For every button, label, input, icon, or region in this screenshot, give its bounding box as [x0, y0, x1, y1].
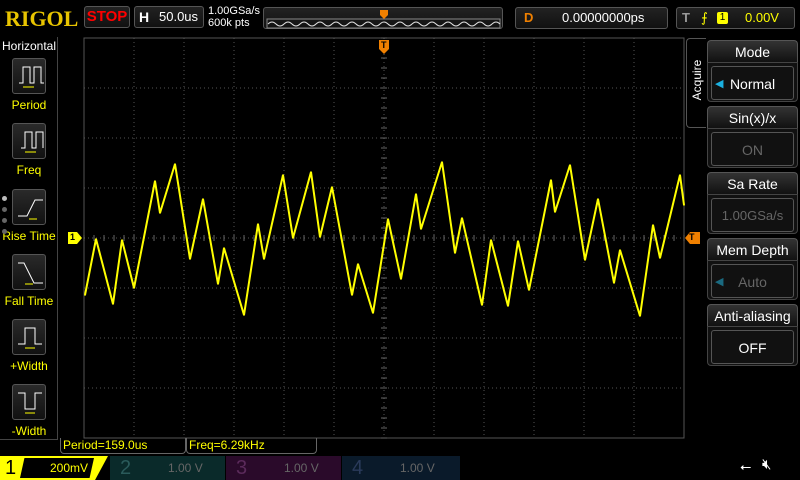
mode-menu-button[interactable]: ◀ Normal — [707, 62, 798, 102]
waveform-point — [528, 289, 530, 291]
mem-depth-value: Auto — [738, 274, 767, 290]
acquire-menu-tab[interactable]: Acquire — [686, 38, 706, 128]
waveform-point — [517, 240, 519, 242]
ch1-marker-label: 1 — [70, 232, 76, 242]
waveform-point — [415, 193, 417, 195]
sa-rate-value: 1.00GSa/s — [721, 208, 784, 223]
waveform-point — [400, 278, 402, 280]
ch2-tab[interactable]: 2 1.00 V — [110, 456, 225, 480]
waveform-point — [217, 283, 219, 285]
waveform-point — [652, 224, 654, 226]
ch2-scale: 1.00 V — [168, 461, 203, 475]
sinx-menu-title: Sin(x)/x — [707, 106, 798, 128]
ch4-number: 4 — [352, 457, 364, 479]
waveform-point — [619, 249, 621, 251]
ch3-number: 3 — [236, 457, 248, 479]
select-arrow-icon: ◀ — [715, 78, 724, 90]
sa-rate-menu-button[interactable]: 1.00GSa/s — [707, 194, 798, 234]
waveform-point — [420, 228, 422, 230]
waveform-point — [121, 239, 123, 241]
waveform-point — [310, 171, 312, 173]
waveform-point — [84, 294, 86, 296]
ch1-scale: 200mV — [20, 458, 94, 478]
ch2-number: 2 — [120, 457, 132, 479]
waveform-point — [319, 236, 321, 238]
waveform-point — [174, 163, 176, 165]
waveform-point — [263, 258, 265, 260]
waveform-point — [351, 294, 353, 296]
sinx-value: ON — [742, 142, 763, 158]
ch3-tab[interactable]: 3 1.00 V — [226, 456, 341, 480]
waveform-point — [159, 212, 161, 214]
waveform-point — [554, 211, 556, 213]
waveform-point — [507, 305, 509, 307]
waveform-point — [441, 161, 443, 163]
waveform-point — [189, 258, 191, 260]
waveform-point — [481, 304, 483, 306]
waveform-point — [95, 238, 97, 240]
period-measurement: Period=159.0us — [60, 438, 186, 454]
mode-menu-title: Mode — [707, 40, 798, 62]
ch1-number: 1 — [5, 457, 17, 479]
waveform-point — [387, 218, 389, 220]
waveform-point — [357, 263, 359, 265]
waveform-point — [133, 287, 135, 289]
waveform-point — [112, 303, 114, 305]
waveform-point — [461, 217, 463, 219]
mem-depth-menu-title: Mem Depth — [707, 238, 798, 260]
trigger-level-marker-label: T — [689, 232, 695, 242]
freq-measurement: Freq=6.29kHz — [186, 438, 317, 454]
waveform-point — [679, 174, 681, 176]
trigger-position-marker-label: T — [381, 40, 387, 50]
waveform-point — [639, 315, 641, 317]
waveform-point — [223, 247, 225, 249]
waveform-point — [154, 180, 156, 182]
anti-aliasing-value: OFF — [738, 340, 767, 356]
ch1-tab[interactable]: 1 200mV — [0, 456, 108, 480]
waveform-point — [584, 259, 586, 261]
waveform-point — [292, 237, 294, 239]
waveform-point — [331, 186, 333, 188]
ch4-scale: 1.00 V — [400, 461, 435, 475]
acquire-tab-label: Acquire — [690, 59, 704, 101]
select-arrow-icon: ◀ — [715, 276, 724, 288]
ch3-scale: 1.00 V — [284, 461, 319, 475]
anti-aliasing-menu-button[interactable]: OFF — [707, 326, 798, 366]
anti-aliasing-menu-title: Anti-aliasing — [707, 304, 798, 326]
speaker-muted-icon[interactable]: 🔇︎ — [762, 456, 771, 473]
waveform-point — [659, 257, 661, 259]
waveform-point — [372, 312, 374, 314]
waveform-point — [490, 239, 492, 241]
sa-rate-menu-title: Sa Rate — [707, 172, 798, 194]
usb-icon: ⭠ — [740, 458, 752, 474]
waveform-point — [569, 164, 571, 166]
waveform-point — [550, 179, 552, 181]
waveform-point — [257, 223, 259, 225]
waveform-point — [243, 314, 245, 316]
waveform-point — [202, 198, 204, 200]
sinx-menu-button[interactable]: ON — [707, 128, 798, 168]
scope-display — [68, 37, 700, 439]
waveform-point — [282, 174, 284, 176]
mode-value: Normal — [729, 76, 776, 92]
waveform-point — [683, 204, 685, 206]
waveform-point — [597, 198, 599, 200]
ch4-tab[interactable]: 4 1.00 V — [342, 456, 460, 480]
waveform-point — [454, 252, 456, 254]
waveform-point — [613, 282, 615, 284]
mem-depth-menu-button[interactable]: ◀ Auto — [707, 260, 798, 300]
